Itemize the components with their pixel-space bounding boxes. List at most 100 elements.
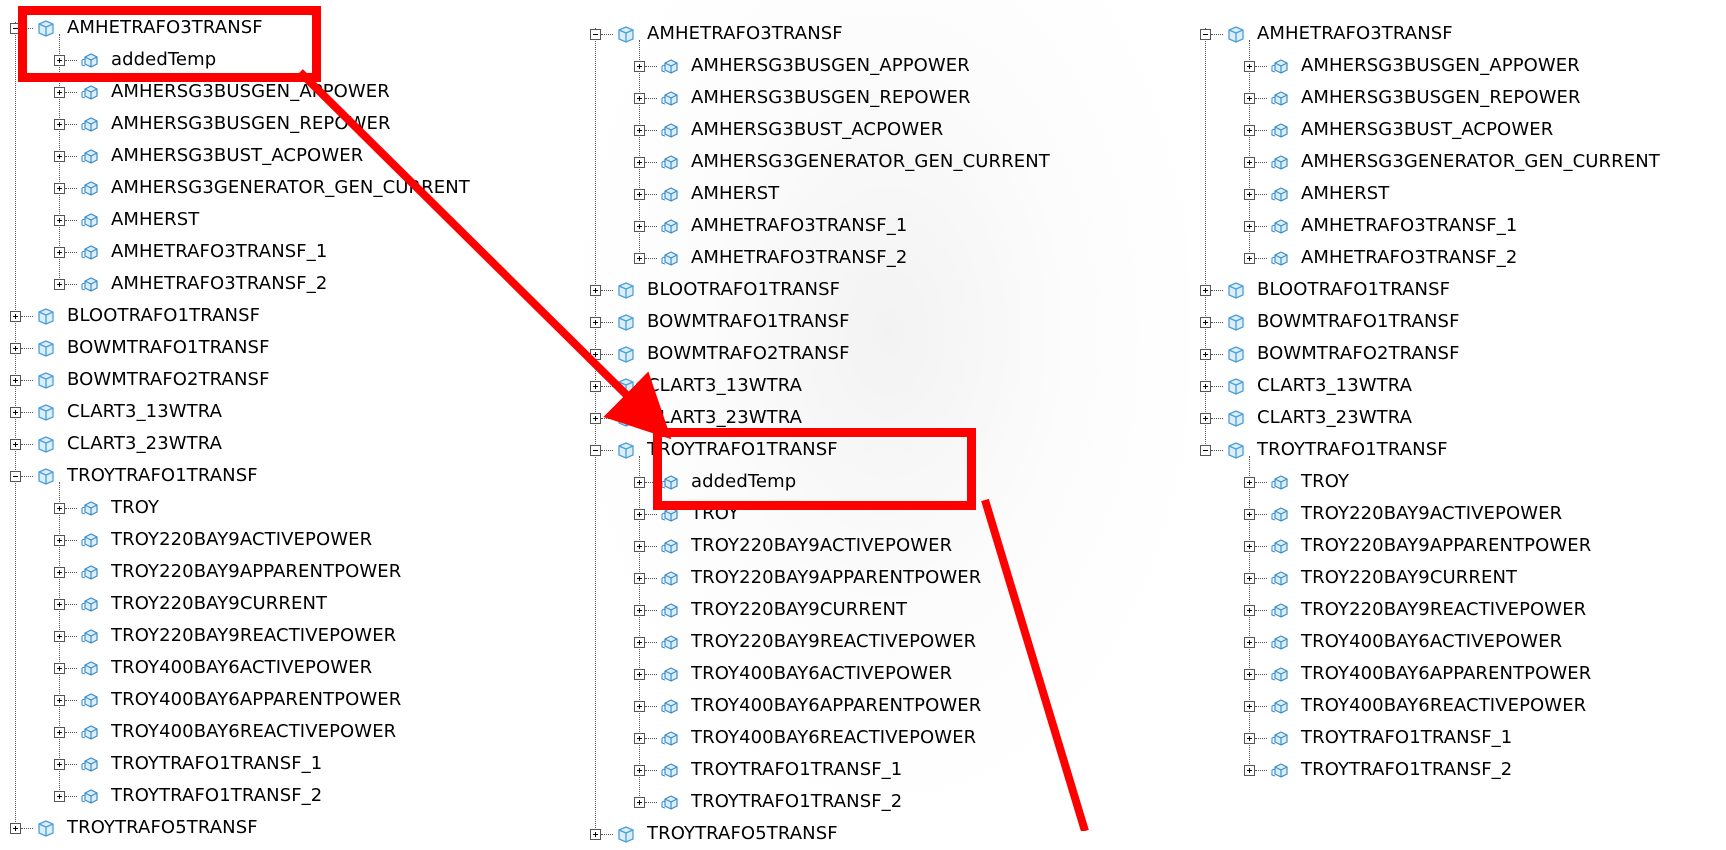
expand-plus-icon[interactable] <box>590 316 601 328</box>
expand-plus-icon[interactable] <box>54 630 65 642</box>
expand-plus-icon[interactable] <box>10 406 21 418</box>
tree-child-node[interactable]: AMHERSG3BUST_ACPOWER <box>634 114 943 146</box>
collapse-minus-icon[interactable] <box>590 444 601 456</box>
tree-node[interactable]: CLART3_13WTRA <box>1200 370 1412 402</box>
expand-plus-icon[interactable] <box>590 412 601 424</box>
expand-plus-icon[interactable] <box>634 92 645 104</box>
expand-plus-icon[interactable] <box>1244 636 1255 648</box>
tree-child-node[interactable]: AMHERST <box>54 204 199 236</box>
tree-child-node[interactable]: AMHERSG3BUSGEN_REPOWER <box>1244 82 1581 114</box>
tree-child-node[interactable]: TROY <box>54 492 159 524</box>
expand-plus-icon[interactable] <box>54 662 65 674</box>
expand-plus-icon[interactable] <box>1244 540 1255 552</box>
tree-node[interactable]: BOWMTRAFO1TRANSF <box>10 332 270 364</box>
tree-node[interactable]: CLART3_13WTRA <box>10 396 222 428</box>
expand-plus-icon[interactable] <box>1244 572 1255 584</box>
expand-plus-icon[interactable] <box>54 534 65 546</box>
expand-plus-icon[interactable] <box>1244 604 1255 616</box>
tree-child-node[interactable]: AMHERST <box>634 178 779 210</box>
tree-child-node[interactable]: TROY220BAY9CURRENT <box>1244 562 1517 594</box>
tree-child-node[interactable]: AMHETRAFO3TRANSF_1 <box>54 236 327 268</box>
tree-child-node[interactable]: TROYTRAFO1TRANSF_2 <box>1244 754 1512 786</box>
tree-node[interactable]: BLOOTRAFO1TRANSF <box>1200 274 1450 306</box>
expand-plus-icon[interactable] <box>1244 156 1255 168</box>
expand-plus-icon[interactable] <box>1200 316 1211 328</box>
tree-node[interactable]: CLART3_23WTRA <box>1200 402 1412 434</box>
tree-child-node[interactable]: TROY220BAY9ACTIVEPOWER <box>1244 498 1562 530</box>
expand-plus-icon[interactable] <box>634 732 645 744</box>
expand-plus-icon[interactable] <box>634 252 645 264</box>
tree-child-node[interactable]: TROY400BAY6REACTIVEPOWER <box>634 722 976 754</box>
tree-child-node[interactable]: TROY400BAY6APPARENTPOWER <box>634 690 981 722</box>
expand-plus-icon[interactable] <box>634 508 645 520</box>
expand-plus-icon[interactable] <box>634 188 645 200</box>
expand-plus-icon[interactable] <box>634 60 645 72</box>
expand-plus-icon[interactable] <box>634 700 645 712</box>
expand-plus-icon[interactable] <box>54 502 65 514</box>
tree-node[interactable]: AMHETRAFO3TRANSF <box>590 18 843 50</box>
expand-plus-icon[interactable] <box>1244 188 1255 200</box>
expand-plus-icon[interactable] <box>54 694 65 706</box>
tree-node[interactable]: BOWMTRAFO2TRANSF <box>1200 338 1460 370</box>
tree-child-node[interactable]: AMHERSG3BUSGEN_REPOWER <box>54 108 391 140</box>
tree-child-node[interactable]: AMHERSG3GENERATOR_GEN_CURRENT <box>54 172 470 204</box>
expand-plus-icon[interactable] <box>54 214 65 226</box>
expand-plus-icon[interactable] <box>634 604 645 616</box>
tree-child-node[interactable]: TROYTRAFO1TRANSF_2 <box>54 780 322 812</box>
collapse-minus-icon[interactable] <box>1200 444 1211 456</box>
tree-child-node[interactable]: TROY400BAY6ACTIVEPOWER <box>54 652 372 684</box>
expand-plus-icon[interactable] <box>634 124 645 136</box>
expand-plus-icon[interactable] <box>590 284 601 296</box>
expand-plus-icon[interactable] <box>634 156 645 168</box>
tree-child-node[interactable]: AMHERSG3BUSGEN_REPOWER <box>634 82 971 114</box>
expand-plus-icon[interactable] <box>634 540 645 552</box>
collapse-minus-icon[interactable] <box>10 470 21 482</box>
expand-plus-icon[interactable] <box>1244 124 1255 136</box>
tree-node[interactable]: TROYTRAFO1TRANSF <box>1200 434 1448 466</box>
expand-plus-icon[interactable] <box>1244 220 1255 232</box>
tree-node[interactable]: BLOOTRAFO1TRANSF <box>590 274 840 306</box>
tree-node[interactable]: BOWMTRAFO1TRANSF <box>590 306 850 338</box>
tree-child-node[interactable]: AMHETRAFO3TRANSF_2 <box>634 242 907 274</box>
tree-node[interactable]: AMHETRAFO3TRANSF <box>1200 18 1453 50</box>
expand-plus-icon[interactable] <box>54 790 65 802</box>
tree-node[interactable]: BLOOTRAFO1TRANSF <box>10 300 260 332</box>
expand-plus-icon[interactable] <box>634 220 645 232</box>
tree-node[interactable]: BOWMTRAFO1TRANSF <box>1200 306 1460 338</box>
expand-plus-icon[interactable] <box>634 636 645 648</box>
tree-child-node[interactable]: TROY400BAY6APPARENTPOWER <box>1244 658 1591 690</box>
tree-child-node[interactable]: TROY400BAY6REACTIVEPOWER <box>1244 690 1586 722</box>
expand-plus-icon[interactable] <box>1244 732 1255 744</box>
tree-node[interactable]: TROYTRAFO5TRANSF <box>10 812 258 844</box>
expand-plus-icon[interactable] <box>590 380 601 392</box>
expand-plus-icon[interactable] <box>1244 252 1255 264</box>
tree-child-node[interactable]: TROY220BAY9CURRENT <box>54 588 327 620</box>
expand-plus-icon[interactable] <box>1244 508 1255 520</box>
expand-plus-icon[interactable] <box>1244 668 1255 680</box>
tree-child-node[interactable]: TROY400BAY6ACTIVEPOWER <box>634 658 952 690</box>
expand-plus-icon[interactable] <box>634 796 645 808</box>
tree-child-node[interactable]: AMHETRAFO3TRANSF_1 <box>634 210 907 242</box>
tree-child-node[interactable]: TROYTRAFO1TRANSF_1 <box>634 754 902 786</box>
expand-plus-icon[interactable] <box>590 348 601 360</box>
expand-plus-icon[interactable] <box>1244 700 1255 712</box>
tree-child-node[interactable]: AMHETRAFO3TRANSF_2 <box>1244 242 1517 274</box>
expand-plus-icon[interactable] <box>10 438 21 450</box>
expand-plus-icon[interactable] <box>1244 92 1255 104</box>
expand-plus-icon[interactable] <box>54 758 65 770</box>
expand-plus-icon[interactable] <box>1244 764 1255 776</box>
expand-plus-icon[interactable] <box>54 182 65 194</box>
expand-plus-icon[interactable] <box>590 828 601 840</box>
tree-child-node[interactable]: TROY400BAY6APPARENTPOWER <box>54 684 401 716</box>
tree-child-node[interactable]: TROY220BAY9ACTIVEPOWER <box>634 530 952 562</box>
tree-node[interactable]: BOWMTRAFO2TRANSF <box>590 338 850 370</box>
tree-child-node[interactable]: TROY220BAY9REACTIVEPOWER <box>54 620 396 652</box>
expand-plus-icon[interactable] <box>634 572 645 584</box>
expand-plus-icon[interactable] <box>54 278 65 290</box>
expand-plus-icon[interactable] <box>1244 60 1255 72</box>
tree-child-node[interactable]: AMHERSG3BUSGEN_APPOWER <box>1244 50 1580 82</box>
tree-node[interactable]: BOWMTRAFO2TRANSF <box>10 364 270 396</box>
tree-child-node[interactable]: TROYTRAFO1TRANSF_2 <box>634 786 902 818</box>
expand-plus-icon[interactable] <box>1200 348 1211 360</box>
tree-child-node[interactable]: TROY <box>1244 466 1349 498</box>
